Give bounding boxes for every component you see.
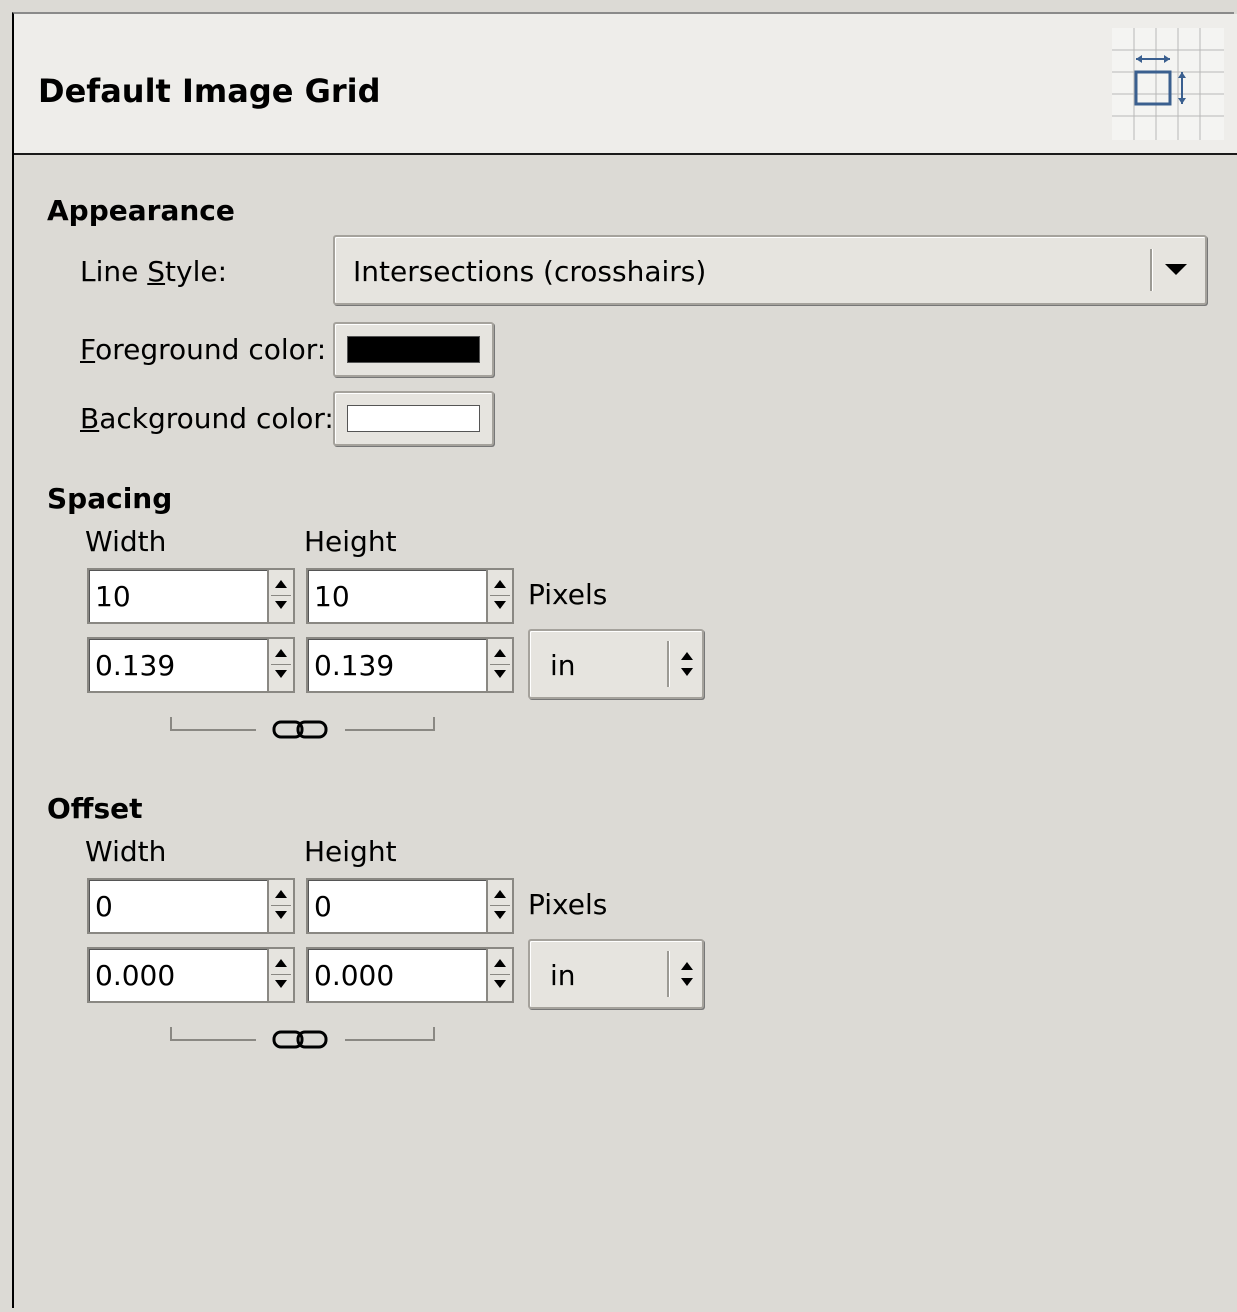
spacing-pixels-label: Pixels bbox=[528, 578, 608, 611]
background-color-swatch bbox=[347, 405, 480, 432]
offset-pixels-label: Pixels bbox=[528, 888, 608, 921]
spacing-width-pixels-stepper[interactable] bbox=[267, 568, 295, 624]
offset-height-units-stepper[interactable] bbox=[486, 947, 514, 1003]
line-style-dropdown[interactable]: Intersections (crosshairs) bbox=[333, 235, 1207, 305]
spacing-height-units-stepper[interactable] bbox=[486, 637, 514, 693]
offset-width-units-input[interactable]: 0.000 bbox=[87, 947, 295, 1003]
spacing-height-units-input[interactable]: 0.139 bbox=[306, 637, 514, 693]
dropdown-separator bbox=[1150, 249, 1153, 291]
unit-separator bbox=[667, 641, 670, 687]
background-color-label: Background color: bbox=[80, 402, 334, 435]
grid-spacing-icon bbox=[1112, 28, 1224, 140]
offset-width-pixels-input[interactable]: 0 bbox=[87, 878, 295, 934]
page-header: Default Image Grid bbox=[14, 14, 1237, 155]
line-style-label: Line Style: bbox=[80, 255, 228, 288]
appearance-section-title: Appearance bbox=[47, 194, 235, 227]
offset-unit-value: in bbox=[550, 959, 576, 992]
spacing-width-units-stepper[interactable] bbox=[267, 637, 295, 693]
spacing-height-label: Height bbox=[304, 525, 397, 558]
chevron-down-icon bbox=[1165, 264, 1187, 275]
chevron-up-icon bbox=[681, 962, 693, 970]
spacing-width-pixels-input[interactable]: 10 bbox=[87, 568, 295, 624]
offset-width-label: Width bbox=[85, 835, 167, 868]
offset-height-label: Height bbox=[304, 835, 397, 868]
offset-unit-selector[interactable]: in bbox=[528, 939, 704, 1009]
offset-height-pixels-stepper[interactable] bbox=[486, 878, 514, 934]
offset-width-units-stepper[interactable] bbox=[267, 947, 295, 1003]
spacing-width-pixels-value: 10 bbox=[95, 580, 131, 613]
unit-separator bbox=[667, 951, 670, 997]
spacing-height-units-value: 0.139 bbox=[314, 649, 395, 682]
foreground-color-button[interactable] bbox=[333, 322, 494, 377]
offset-width-pixels-stepper[interactable] bbox=[267, 878, 295, 934]
chevron-down-icon bbox=[681, 668, 693, 676]
chevron-down-icon bbox=[681, 978, 693, 986]
background-color-button[interactable] bbox=[333, 391, 494, 446]
offset-height-pixels-value: 0 bbox=[314, 890, 332, 923]
spacing-height-pixels-value: 10 bbox=[314, 580, 350, 613]
offset-height-units-value: 0.000 bbox=[314, 959, 395, 992]
offset-height-units-input[interactable]: 0.000 bbox=[306, 947, 514, 1003]
chain-link-icon[interactable] bbox=[168, 713, 438, 743]
spacing-width-units-value: 0.139 bbox=[95, 649, 176, 682]
foreground-color-swatch bbox=[347, 336, 480, 363]
foreground-color-label: Foreground color: bbox=[80, 333, 327, 366]
spacing-height-pixels-stepper[interactable] bbox=[486, 568, 514, 624]
offset-section-title: Offset bbox=[47, 792, 143, 825]
spacing-width-units-input[interactable]: 0.139 bbox=[87, 637, 295, 693]
offset-height-pixels-input[interactable]: 0 bbox=[306, 878, 514, 934]
chevron-up-icon bbox=[681, 652, 693, 660]
line-style-value: Intersections (crosshairs) bbox=[353, 255, 707, 288]
offset-width-units-value: 0.000 bbox=[95, 959, 176, 992]
spacing-unit-value: in bbox=[550, 649, 576, 682]
offset-width-pixels-value: 0 bbox=[95, 890, 113, 923]
page-title: Default Image Grid bbox=[38, 72, 381, 110]
spacing-width-label: Width bbox=[85, 525, 167, 558]
spacing-section-title: Spacing bbox=[47, 482, 173, 515]
chain-link-icon[interactable] bbox=[168, 1023, 438, 1053]
spacing-height-pixels-input[interactable]: 10 bbox=[306, 568, 514, 624]
spacing-unit-selector[interactable]: in bbox=[528, 629, 704, 699]
